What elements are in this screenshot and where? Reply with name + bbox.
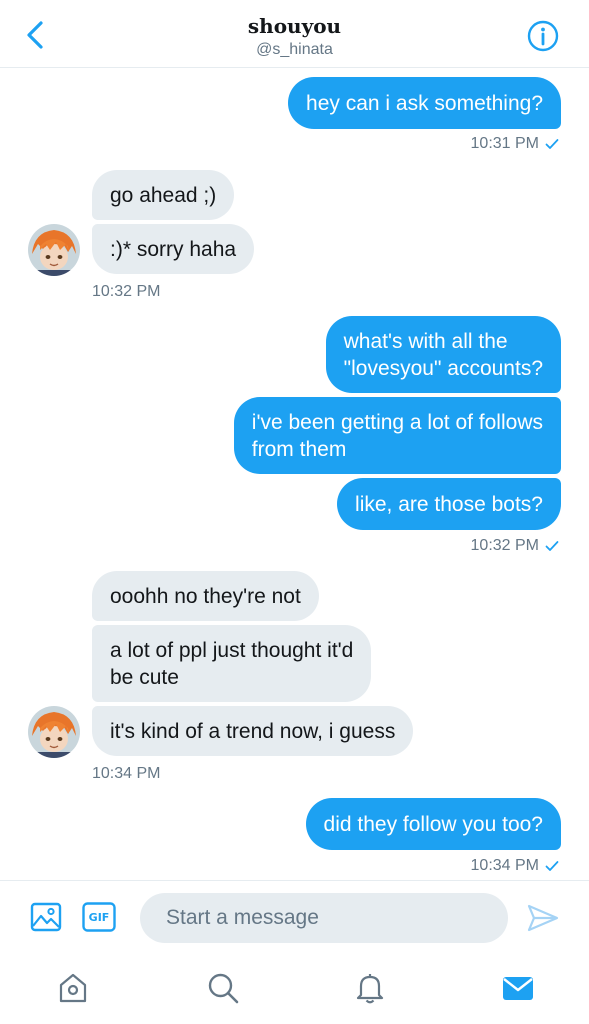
add-image-button[interactable]	[30, 901, 62, 933]
received-message[interactable]: :)* sorry haha	[92, 224, 255, 274]
message-timestamp: 10:32 PM	[92, 283, 160, 301]
image-icon	[30, 902, 62, 932]
avatar-image	[28, 706, 80, 758]
conversation-header: shouyou @s_hinata	[0, 0, 589, 68]
sent-message[interactable]: what's with all the "lovesyou" accounts?	[325, 316, 561, 393]
sent-message[interactable]: did they follow you too?	[305, 798, 561, 850]
tab-search[interactable]	[205, 970, 241, 1006]
info-button[interactable]	[527, 20, 559, 52]
conversation-title[interactable]: shouyou	[0, 14, 589, 38]
avatar[interactable]	[28, 706, 80, 758]
checkmark-icon	[545, 139, 559, 149]
sent-message[interactable]: like, are those bots?	[337, 478, 561, 530]
timestamp-text: 10:32 PM	[92, 283, 161, 300]
message-input[interactable]	[140, 893, 508, 943]
received-message[interactable]: go ahead ;)	[92, 170, 235, 220]
home-icon	[59, 973, 87, 1003]
conversation-handle[interactable]: @s_hinata	[0, 41, 589, 59]
timestamp-text: 10:34 PM	[470, 857, 539, 874]
message-timestamp: 10:34 PM	[92, 765, 160, 783]
checkmark-icon	[545, 861, 559, 871]
message-timestamp: 10:34 PM	[471, 857, 559, 875]
received-message[interactable]: a lot of ppl just thought it'd be cute	[92, 625, 372, 702]
received-message[interactable]: it's kind of a trend now, i guess	[92, 706, 414, 756]
avatar-image	[28, 224, 80, 276]
search-icon	[208, 973, 239, 1004]
info-icon	[527, 20, 559, 52]
bottom-tab-bar	[0, 952, 589, 1024]
add-gif-button[interactable]: GIF	[82, 902, 116, 932]
sent-message[interactable]: i've been getting a lot of follows from …	[233, 397, 561, 474]
sent-message[interactable]: hey can i ask something?	[288, 77, 561, 129]
bell-icon	[356, 974, 384, 1004]
avatar[interactable]	[28, 224, 80, 276]
message-timestamp: 10:31 PM	[471, 135, 559, 153]
tab-home[interactable]	[55, 970, 91, 1006]
send-button[interactable]	[527, 903, 559, 933]
message-composer: GIF	[0, 880, 589, 952]
mail-icon	[503, 977, 533, 1000]
timestamp-text: 10:34 PM	[92, 765, 161, 782]
tab-notifications[interactable]	[352, 970, 388, 1006]
timestamp-text: 10:32 PM	[470, 537, 539, 554]
send-icon	[527, 904, 559, 932]
gif-label: GIF	[88, 910, 110, 924]
tab-messages[interactable]	[500, 970, 536, 1006]
received-message[interactable]: ooohh no they're not	[92, 571, 319, 621]
timestamp-text: 10:31 PM	[470, 135, 539, 152]
message-timestamp: 10:32 PM	[471, 537, 559, 555]
checkmark-icon	[545, 541, 559, 551]
